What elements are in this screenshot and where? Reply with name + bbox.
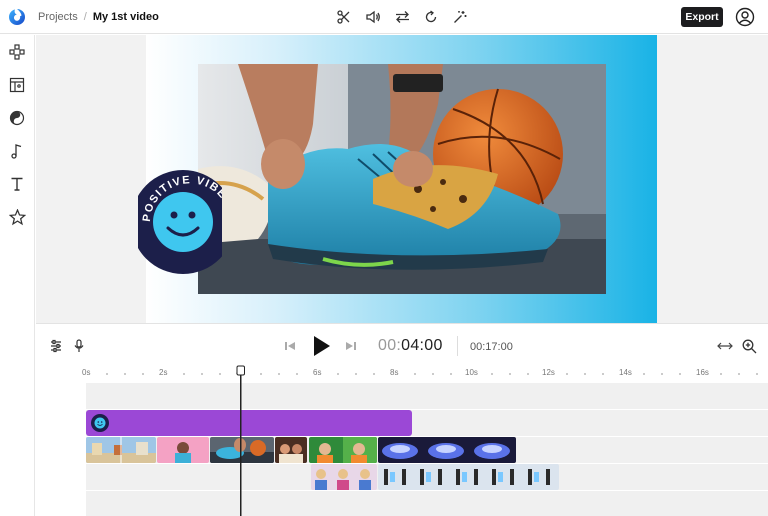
- project-title[interactable]: My 1st video: [93, 11, 159, 23]
- ruler-label: 16s: [696, 368, 709, 377]
- timecode-divider: [457, 336, 458, 356]
- skip-back-icon[interactable]: [281, 337, 299, 355]
- video-clip[interactable]: [378, 437, 516, 463]
- breadcrumb: Projects / My 1st video: [38, 11, 159, 23]
- video-frame-image: [198, 64, 606, 294]
- video-clip[interactable]: [86, 437, 156, 463]
- video-clip[interactable]: [210, 437, 274, 463]
- filters-icon[interactable]: [7, 108, 27, 128]
- ruler-label: 12s: [542, 368, 555, 377]
- current-timecode: 00:04:00: [378, 337, 443, 355]
- zoom-in-icon[interactable]: [740, 337, 758, 355]
- ruler-label: 14s: [619, 368, 632, 377]
- video-canvas[interactable]: POSITIVE VIBES: [138, 35, 657, 323]
- volume-icon[interactable]: [363, 7, 383, 27]
- breadcrumb-separator: /: [83, 11, 87, 23]
- video-clip[interactable]: [157, 437, 209, 463]
- sticker-thumbnail-icon: [91, 414, 109, 432]
- empty-track[interactable]: [86, 491, 768, 516]
- ruler-label: 2s: [159, 368, 168, 377]
- media-icon[interactable]: [7, 42, 27, 62]
- templates-icon[interactable]: [7, 75, 27, 95]
- ruler-label: 10s: [465, 368, 478, 377]
- ruler-label: 6s: [313, 368, 322, 377]
- current-timecode-prefix: 00:: [378, 337, 402, 354]
- text-icon[interactable]: [7, 174, 27, 194]
- empty-track[interactable]: [86, 383, 768, 409]
- sticker-clip[interactable]: [86, 410, 412, 436]
- playback-controls: 00:04:00 00:17:00: [36, 323, 768, 367]
- time-ruler[interactable]: 0s 2s 4s 6s 8s 10s 12s 14s 16s: [36, 367, 768, 383]
- current-timecode-main: 04:00: [401, 337, 443, 354]
- timeline[interactable]: 0s 2s 4s 6s 8s 10s 12s 14s 16s: [36, 367, 768, 516]
- ruler-label: 8s: [390, 368, 399, 377]
- positive-vibes-sticker[interactable]: POSITIVE VIBES: [138, 170, 222, 274]
- microphone-icon[interactable]: [70, 337, 88, 355]
- app-logo-icon[interactable]: [8, 8, 26, 26]
- overlay-clip[interactable]: [311, 464, 377, 490]
- total-duration: 00:17:00: [470, 341, 513, 353]
- top-bar: Projects / My 1st video Export: [0, 0, 768, 34]
- video-preview-area: POSITIVE VIBES: [36, 35, 768, 323]
- ruler-label: 0s: [82, 368, 91, 377]
- edit-toolbar: [334, 7, 470, 27]
- export-button[interactable]: Export: [681, 7, 723, 27]
- rotate-icon[interactable]: [421, 7, 441, 27]
- stickers-icon[interactable]: [7, 207, 27, 227]
- skip-forward-icon[interactable]: [342, 337, 360, 355]
- magic-wand-icon[interactable]: [450, 7, 470, 27]
- video-clip[interactable]: [309, 437, 377, 463]
- playhead[interactable]: [236, 365, 245, 516]
- fit-timeline-icon[interactable]: [716, 337, 734, 355]
- play-button[interactable]: [309, 334, 333, 358]
- left-sidebar: [0, 35, 35, 516]
- overlay-clip[interactable]: [378, 464, 559, 490]
- timeline-settings-icon[interactable]: [47, 337, 65, 355]
- swap-icon[interactable]: [392, 7, 412, 27]
- account-icon[interactable]: [735, 7, 755, 27]
- video-clip[interactable]: [275, 437, 307, 463]
- split-icon[interactable]: [334, 7, 354, 27]
- breadcrumb-projects-link[interactable]: Projects: [38, 11, 78, 23]
- music-icon[interactable]: [7, 141, 27, 161]
